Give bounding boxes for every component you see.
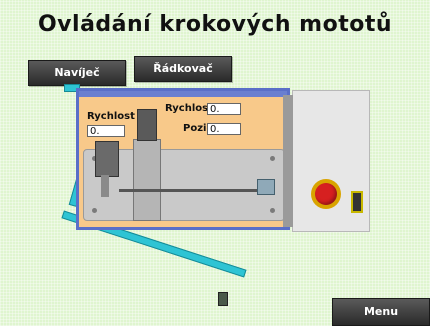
hmi-screen: Ovládání krokových mototů Navíječ Řádkov… <box>0 0 430 326</box>
navijec-button[interactable]: Navíječ <box>28 60 126 86</box>
machine-top-rail <box>79 91 287 97</box>
position-field[interactable]: 0. <box>207 123 241 135</box>
linear-slide <box>133 139 161 221</box>
speed-label: Rychlost <box>165 103 213 114</box>
right-clamp <box>257 179 275 195</box>
motor-machine: Rychlost 0. Rychlost 0. Pozice 0. <box>76 88 290 230</box>
radkovac-button[interactable]: Řádkovač <box>134 56 232 82</box>
panel-side <box>283 95 293 227</box>
drive-shaft <box>119 189 259 192</box>
status-indicator-light <box>351 191 363 213</box>
menu-button[interactable]: Menu <box>332 298 430 326</box>
emergency-stop-button[interactable] <box>315 183 337 205</box>
stepper-motor-left <box>95 141 119 177</box>
mount-hole <box>270 156 275 161</box>
mount-hole <box>270 208 275 213</box>
cable-end-block <box>218 292 228 306</box>
mount-hole <box>92 208 97 213</box>
stepper-motor-center <box>137 109 157 141</box>
left-speed-label: Rychlost <box>87 111 135 122</box>
spindle-left <box>101 175 109 197</box>
left-speed-field[interactable]: 0. <box>87 125 125 137</box>
control-panel <box>283 90 370 232</box>
page-title: Ovládání krokových mototů <box>37 12 393 37</box>
speed-field[interactable]: 0. <box>207 103 241 115</box>
